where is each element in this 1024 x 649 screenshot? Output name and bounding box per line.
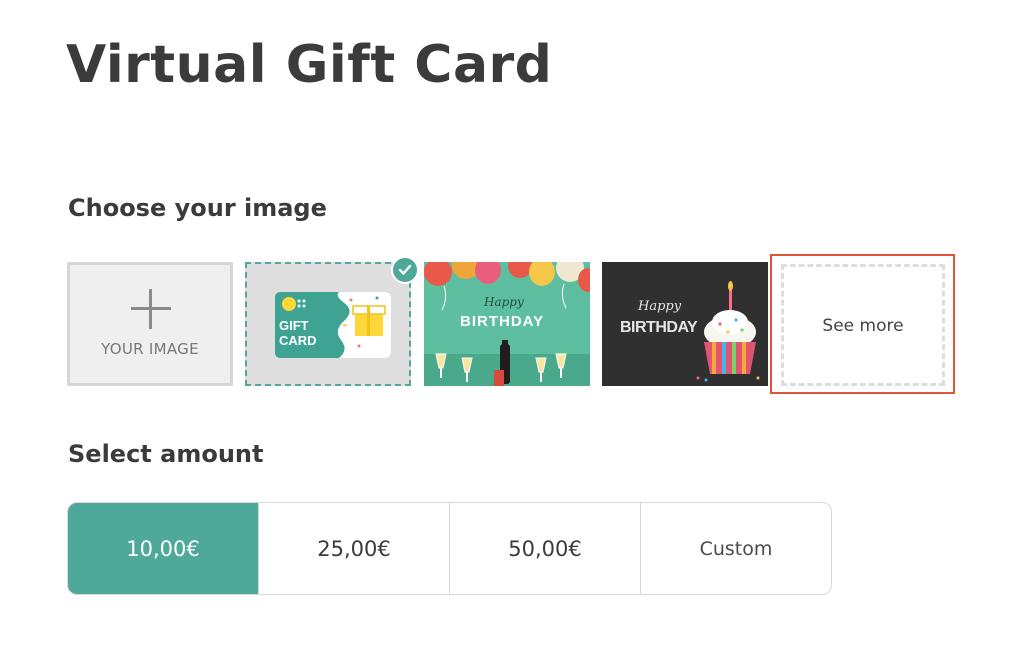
select-amount-heading: Select amount [68,440,264,468]
upload-image-label: YOUR IMAGE [101,340,199,358]
see-more-label: See more [822,316,904,336]
image-option-birthday-balloons[interactable]: Happy BIRTHDAY [424,262,590,386]
amount-selector: 10,00€ 25,00€ 50,00€ Custom [67,502,832,595]
gift-card-image: GIFT CARD [275,292,391,358]
checkmark-icon [391,256,419,284]
balloons-happy-text: Happy [483,295,524,309]
amount-option-50[interactable]: 50,00€ [449,503,640,594]
birthday-cupcake-image: Happy BIRTHDAY [602,262,768,386]
image-option-gift-card[interactable]: GIFT CARD [245,256,419,386]
gift-card-text-line2: CARD [279,333,317,348]
upload-image-tile[interactable]: YOUR IMAGE [67,262,233,386]
balloons-birthday-text: BIRTHDAY [460,313,544,330]
amount-option-10[interactable]: 10,00€ [68,503,258,594]
amount-option-custom[interactable]: Custom [640,503,831,594]
amount-option-25[interactable]: 25,00€ [258,503,449,594]
cupcake-happy-text: Happy [637,299,682,314]
birthday-balloons-image: Happy BIRTHDAY [424,262,590,386]
choose-image-heading: Choose your image [68,194,327,222]
page-title: Virtual Gift Card [66,35,553,95]
see-more-tile: See more [781,264,945,386]
gift-card-text-line1: GIFT [279,318,309,333]
plus-icon [131,289,171,329]
image-option-birthday-cupcake[interactable]: Happy BIRTHDAY [602,262,768,386]
cupcake-birthday-text: BIRTHDAY [620,319,698,336]
see-more-button[interactable]: See more [770,254,955,394]
